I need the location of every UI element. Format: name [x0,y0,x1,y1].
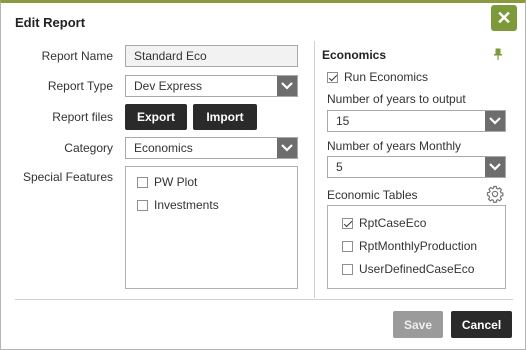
save-button[interactable]: Save [393,311,443,338]
years-monthly-select[interactable]: 5 [327,156,506,178]
close-icon: ✕ [496,7,512,28]
cancel-button[interactable]: Cancel [451,311,512,338]
category-label: Category [64,141,113,155]
report-type-label: Report Type [47,79,113,93]
rptmonthlyproduction-label: RptMonthlyProduction [359,239,478,253]
rptmonthlyproduction-checkbox[interactable] [342,240,353,252]
investments-label: Investments [154,198,219,212]
footer-divider [15,299,513,300]
pw-plot-label: PW Plot [154,175,198,189]
economic-tables-list: RptCaseEco RptMonthlyProduction UserDefi… [327,205,506,289]
userdefinedcaseeco-checkbox[interactable] [342,263,353,275]
userdefinedcaseeco-label: UserDefinedCaseEco [359,262,475,276]
report-files-label: Report files [52,110,113,124]
chevron-down-icon[interactable] [277,76,297,96]
list-item[interactable]: PW Plot [137,175,197,189]
column-divider [314,41,315,298]
pw-plot-checkbox[interactable] [137,176,148,188]
rptcaseeco-label: RptCaseEco [359,216,427,230]
list-item[interactable]: RptMonthlyProduction [342,239,477,253]
economic-tables-label: Economic Tables [327,188,418,202]
list-item[interactable]: Investments [137,198,219,212]
investments-checkbox[interactable] [137,199,148,211]
report-name-label: Report Name [41,49,113,63]
years-monthly-label: Number of years Monthly [327,139,462,153]
run-economics-label: Run Economics [344,70,429,84]
category-select[interactable]: Economics [125,137,298,159]
economics-section-title: Economics [322,48,387,62]
special-features-list: PW Plot Investments [125,166,298,289]
run-economics-checkbox[interactable] [327,71,338,83]
list-item[interactable]: RptCaseEco [342,216,426,230]
chevron-down-icon[interactable] [485,111,505,131]
close-button[interactable]: ✕ [491,5,517,31]
chevron-down-icon[interactable] [485,157,505,177]
report-name-field[interactable]: Standard Eco [125,45,298,67]
years-output-label: Number of years to output [327,92,466,106]
years-output-value: 15 [336,114,350,128]
dialog-title: Edit Report [15,15,86,30]
edit-report-dialog: Edit Report ✕ Report Name Standard Eco R… [0,0,526,350]
import-button[interactable]: Import [193,104,257,130]
rptcaseeco-checkbox[interactable] [342,217,353,229]
category-value: Economics [134,141,193,155]
export-button[interactable]: Export [125,104,187,130]
years-monthly-value: 5 [336,160,343,174]
years-output-select[interactable]: 15 [327,110,506,132]
run-economics-row[interactable]: Run Economics [327,70,428,84]
pin-icon[interactable] [494,48,502,60]
list-item[interactable]: UserDefinedCaseEco [342,262,474,276]
chevron-down-icon[interactable] [277,138,297,158]
report-type-value: Dev Express [134,79,203,93]
gear-icon[interactable] [486,185,504,203]
report-type-select[interactable]: Dev Express [125,75,298,97]
special-features-label: Special Features [22,170,113,184]
